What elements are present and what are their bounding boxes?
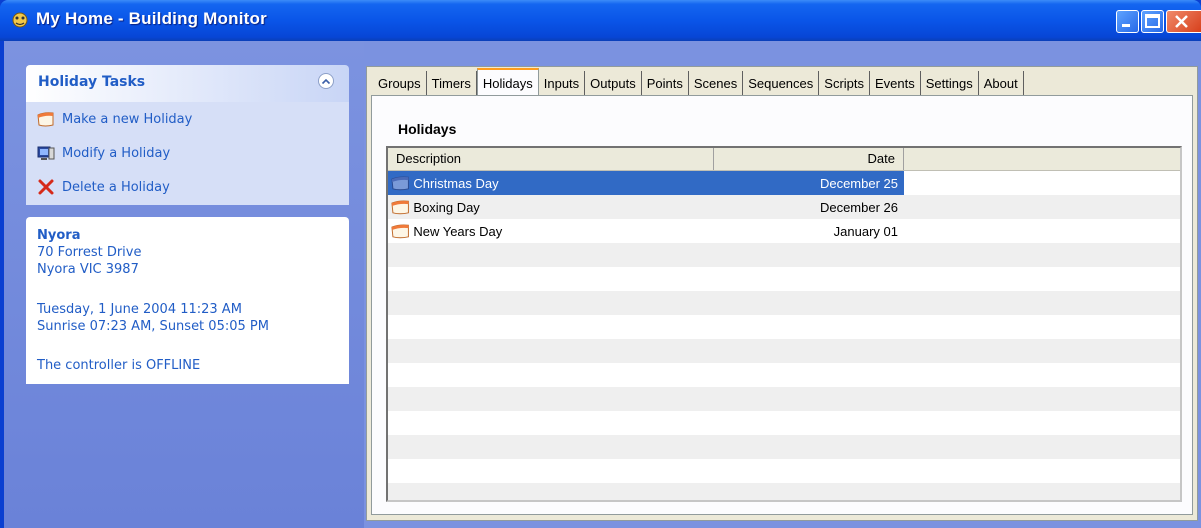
task-item-label: Delete a Holiday xyxy=(62,179,170,195)
list-row[interactable]: Christmas Day December 25 xyxy=(388,171,904,195)
list-header: Description Date xyxy=(388,148,1180,171)
location-name: Nyora xyxy=(37,228,81,243)
tab-holidays[interactable]: Holidays xyxy=(476,68,539,96)
section-title: Holidays xyxy=(398,121,457,137)
holiday-date: January 01 xyxy=(833,223,898,239)
minimize-button[interactable] xyxy=(1116,10,1139,33)
current-datetime: Tuesday, 1 June 2004 11:23 AM xyxy=(37,302,242,317)
task-panel-body: Make a new Holiday Modify a Holiday Dele… xyxy=(26,102,349,205)
holiday-date: December 25 xyxy=(819,175,898,191)
minimize-icon xyxy=(1122,24,1130,27)
title-bar[interactable]: My Home - Building Monitor xyxy=(0,0,1201,41)
task-item-label: Make a new Holiday xyxy=(62,111,193,127)
tab-inputs[interactable]: Inputs xyxy=(539,71,586,95)
holidays-list[interactable]: Description Date Christmas Day December … xyxy=(386,146,1182,502)
tab-settings[interactable]: Settings xyxy=(921,71,979,95)
holiday-date: December 26 xyxy=(819,199,898,215)
delete-holiday-link[interactable]: Delete a Holiday xyxy=(36,175,170,199)
holiday-icon xyxy=(391,200,409,215)
holiday-description: New Years Day xyxy=(413,223,503,239)
list-body: Christmas Day December 25 Boxing Day Dec… xyxy=(388,171,1180,500)
main-panel: Groups Timers Holidays Inputs Outputs Po… xyxy=(366,66,1198,521)
tab-about[interactable]: About xyxy=(979,71,1024,95)
tab-timers[interactable]: Timers xyxy=(427,71,477,95)
tab-scripts[interactable]: Scripts xyxy=(819,71,871,95)
controller-status: The controller is OFFLINE xyxy=(37,358,201,373)
close-icon xyxy=(1175,15,1188,28)
window-title: My Home - Building Monitor xyxy=(36,9,267,28)
tab-events[interactable]: Events xyxy=(870,71,921,95)
sunrise-sunset: Sunrise 07:23 AM, Sunset 05:05 PM xyxy=(37,319,269,334)
column-header-description[interactable]: Description xyxy=(388,148,714,170)
maximize-icon xyxy=(1145,14,1160,28)
app-window: My Home - Building Monitor Holiday Tasks xyxy=(0,0,1201,528)
modify-holiday-link[interactable]: Modify a Holiday xyxy=(36,141,170,165)
red-x-icon xyxy=(38,179,54,195)
collapse-chevron-icon[interactable] xyxy=(318,73,334,89)
address-line-1: 70 Forrest Drive xyxy=(37,245,142,260)
close-button[interactable] xyxy=(1166,10,1201,33)
tab-points[interactable]: Points xyxy=(642,71,689,95)
location-info-panel: Nyora 70 Forrest Drive Nyora VIC 3987 Tu… xyxy=(26,217,349,384)
maximize-button[interactable] xyxy=(1141,10,1164,33)
tab-strip: Groups Timers Holidays Inputs Outputs Po… xyxy=(373,68,1024,96)
calendar-icon xyxy=(37,112,54,127)
column-header-date[interactable]: Date xyxy=(714,148,904,170)
task-panel-header[interactable]: Holiday Tasks xyxy=(26,65,349,102)
holiday-tasks-panel: Holiday Tasks Make a new Holiday Modify … xyxy=(26,65,349,205)
tab-outputs[interactable]: Outputs xyxy=(585,71,642,95)
app-icon xyxy=(12,12,28,28)
tab-sequences[interactable]: Sequences xyxy=(743,71,820,95)
tab-groups[interactable]: Groups xyxy=(373,71,427,95)
holiday-icon xyxy=(391,224,409,239)
task-panel-title: Holiday Tasks xyxy=(38,74,146,90)
holiday-icon xyxy=(391,176,409,191)
list-row[interactable]: Boxing Day December 26 xyxy=(388,195,904,219)
holiday-description: Christmas Day xyxy=(413,175,499,191)
client-area: Holiday Tasks Make a new Holiday Modify … xyxy=(4,41,1201,528)
monitor-edit-icon xyxy=(37,146,55,160)
task-item-label: Modify a Holiday xyxy=(62,145,171,161)
holidays-tab-page: Holidays Description Date Christmas Day xyxy=(371,95,1193,515)
make-new-holiday-link[interactable]: Make a new Holiday xyxy=(36,107,192,131)
address-line-2: Nyora VIC 3987 xyxy=(37,262,139,277)
list-row[interactable]: New Years Day January 01 xyxy=(388,219,904,243)
holiday-description: Boxing Day xyxy=(413,199,480,215)
tab-scenes[interactable]: Scenes xyxy=(689,71,744,95)
task-pane: Holiday Tasks Make a new Holiday Modify … xyxy=(4,41,364,528)
